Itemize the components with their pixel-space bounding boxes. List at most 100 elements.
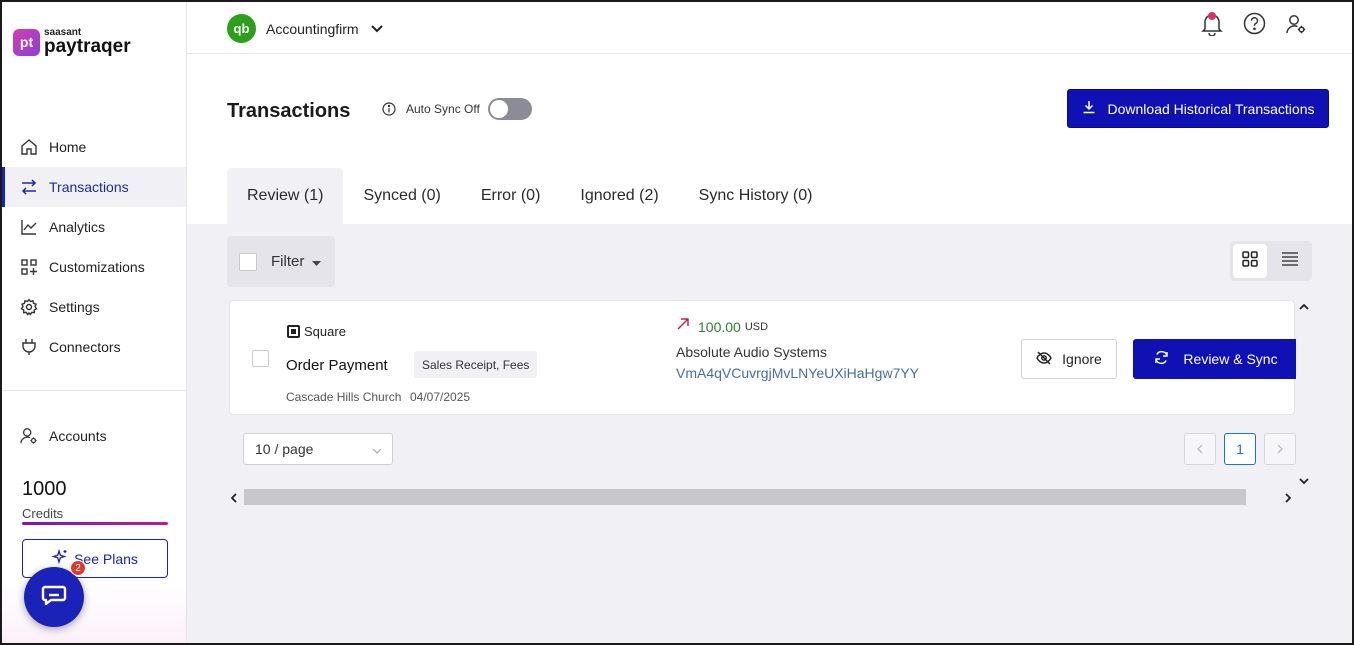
chat-icon (41, 584, 67, 611)
transaction-currency: USD (744, 320, 769, 333)
transaction-checkbox[interactable] (252, 350, 269, 367)
tab-sync-history[interactable]: Sync History (0) (679, 168, 833, 224)
transaction-amount: 100.00 (698, 318, 741, 335)
toggle-knob (489, 100, 508, 118)
company-name: Accountingfirm (266, 20, 359, 37)
transaction-payer: Absolute Audio Systems (676, 344, 827, 360)
chevron-left-icon (1196, 441, 1204, 457)
sidebar-divider (2, 390, 186, 391)
help-button[interactable] (1242, 12, 1266, 38)
sidebar-item-accounts[interactable]: Accounts (2, 416, 186, 456)
review-sync-button[interactable]: Review & Sync (1133, 339, 1296, 379)
transaction-card[interactable]: Square Order Payment Sales Receipt, Fees… (229, 300, 1296, 415)
sparkle-icon (51, 548, 68, 568)
caret-down-icon (312, 253, 322, 270)
list-view-button[interactable] (1273, 244, 1307, 278)
sidebar: pt saasant paytraqer Home Transactions A… (2, 2, 187, 643)
sidebar-item-customizations[interactable]: Customizations (2, 247, 186, 287)
company-switcher[interactable]: qb Accountingfirm (227, 14, 383, 43)
auto-sync-control: Auto Sync Off (382, 98, 532, 120)
scroll-up-arrow[interactable] (1298, 300, 1310, 312)
card-view-button[interactable] (1233, 244, 1267, 278)
auto-sync-label: Auto Sync Off (406, 102, 480, 116)
filter-dropdown[interactable]: Filter (271, 253, 322, 270)
sidebar-item-home[interactable]: Home (2, 127, 186, 167)
credits-value: 1000 (22, 478, 67, 500)
transaction-list: Square Order Payment Sales Receipt, Fees… (227, 299, 1296, 417)
page-header: Transactions Auto Sync Off Download Hist… (187, 54, 1352, 224)
quickbooks-logo: qb (227, 14, 256, 43)
sidebar-item-analytics[interactable]: Analytics (2, 207, 186, 247)
horizontal-scrollbar[interactable] (227, 488, 1312, 506)
sidebar-item-label: Settings (49, 299, 100, 315)
page-number-button[interactable]: 1 (1224, 433, 1256, 465)
sidebar-item-label: Home (49, 139, 87, 155)
select-all-checkbox[interactable] (239, 252, 257, 271)
notifications-button[interactable] (1200, 12, 1224, 38)
chat-unread-badge: 2 (70, 560, 86, 576)
next-page-button[interactable] (1264, 433, 1296, 465)
line-chart-icon (20, 218, 38, 236)
page-size-select[interactable]: 10 / page (243, 433, 393, 465)
filter-toolbar: Filter (227, 236, 335, 287)
review-sync-label: Review & Sync (1183, 351, 1278, 367)
user-settings-icon (20, 427, 38, 445)
transactions-content: Filter Square Order Payment Sales Receip… (187, 224, 1352, 643)
accounts-label: Accounts (49, 428, 107, 444)
info-icon[interactable] (382, 102, 396, 116)
tab-error[interactable]: Error (0) (461, 168, 561, 224)
auto-sync-toggle[interactable] (487, 98, 532, 120)
pagination: 1 (1184, 433, 1296, 465)
sidebar-item-label: Connectors (49, 339, 121, 355)
arrow-up-right-icon (676, 317, 690, 336)
amount-row: 100.00 USD (676, 317, 768, 336)
ignore-label: Ignore (1062, 351, 1102, 367)
transaction-tabs: Review (1) Synced (0) Error (0) Ignored … (227, 168, 832, 224)
transaction-title: Order Payment (286, 357, 388, 374)
filter-label: Filter (271, 253, 305, 270)
gear-icon (20, 298, 38, 316)
download-historical-label: Download Historical Transactions (1107, 100, 1315, 117)
plug-icon (20, 338, 38, 356)
page-title: Transactions (227, 100, 351, 122)
top-header: qb Accountingfirm (187, 2, 1352, 54)
list-icon (1281, 251, 1299, 272)
user-settings-icon (1285, 13, 1307, 40)
transaction-customer: Cascade Hills Church (286, 390, 402, 404)
transaction-id: VmA4qVCuvrgjMvLNYeUXiHaHgw7YY (676, 365, 920, 381)
home-icon (20, 138, 38, 156)
download-historical-button[interactable]: Download Historical Transactions (1067, 89, 1329, 128)
sidebar-nav: Home Transactions Analytics Customizatio… (2, 127, 186, 367)
download-icon (1082, 100, 1096, 117)
chat-support-button[interactable] (24, 567, 84, 627)
prev-page-button[interactable] (1184, 433, 1216, 465)
chevron-down-icon (370, 20, 383, 38)
scroll-down-arrow[interactable] (1298, 474, 1310, 486)
profile-settings-button[interactable] (1284, 14, 1308, 38)
brand-logo[interactable]: pt saasant paytraqer (13, 28, 131, 56)
sidebar-item-settings[interactable]: Settings (2, 287, 186, 327)
chevron-right-icon (1276, 441, 1284, 457)
view-mode-toggle (1230, 241, 1312, 281)
tab-synced[interactable]: Synced (0) (343, 168, 460, 224)
brand-name: paytraqer (44, 36, 131, 57)
ignore-button[interactable]: Ignore (1021, 339, 1117, 379)
grid-plus-icon (20, 258, 38, 276)
app-window: pt saasant paytraqer Home Transactions A… (0, 0, 1354, 645)
sync-icon (1154, 350, 1169, 368)
tab-review[interactable]: Review (1) (227, 168, 344, 224)
transaction-date: 04/07/2025 (410, 390, 471, 404)
credits-label: Credits (22, 506, 64, 521)
scroll-left-arrow[interactable] (229, 491, 239, 509)
grid-icon (1241, 250, 1259, 273)
sidebar-item-label: Transactions (49, 179, 129, 195)
chevron-down-icon (372, 441, 382, 457)
scrollbar-thumb[interactable] (244, 489, 1246, 505)
eye-off-icon (1036, 351, 1052, 368)
sidebar-item-connectors[interactable]: Connectors (2, 327, 186, 367)
scroll-right-arrow[interactable] (1283, 491, 1293, 509)
sidebar-item-transactions[interactable]: Transactions (2, 167, 186, 207)
header-actions (1200, 12, 1308, 38)
notification-dot (1208, 12, 1216, 20)
tab-ignored[interactable]: Ignored (2) (560, 168, 678, 224)
